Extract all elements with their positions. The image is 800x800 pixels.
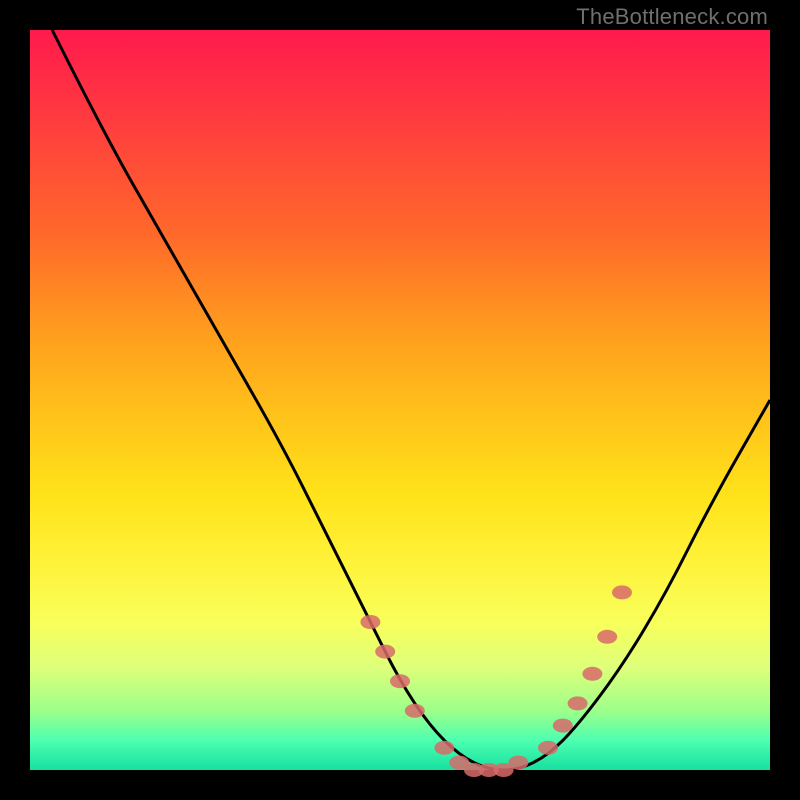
curve-marker <box>434 741 454 755</box>
curve-marker <box>568 696 588 710</box>
curve-marker <box>405 704 425 718</box>
curve-marker <box>390 674 410 688</box>
bottleneck-curve-path <box>52 30 770 770</box>
curve-marker <box>360 615 380 629</box>
chart-svg <box>30 30 770 770</box>
chart-plot-area <box>30 30 770 770</box>
chart-frame: TheBottleneck.com <box>0 0 800 800</box>
curve-marker <box>612 585 632 599</box>
curve-marker <box>508 756 528 770</box>
marker-group <box>360 585 632 777</box>
curve-marker <box>597 630 617 644</box>
curve-group <box>52 30 770 770</box>
curve-marker <box>375 645 395 659</box>
curve-marker <box>538 741 558 755</box>
curve-marker <box>582 667 602 681</box>
watermark-text: TheBottleneck.com <box>576 4 768 30</box>
curve-marker <box>553 719 573 733</box>
